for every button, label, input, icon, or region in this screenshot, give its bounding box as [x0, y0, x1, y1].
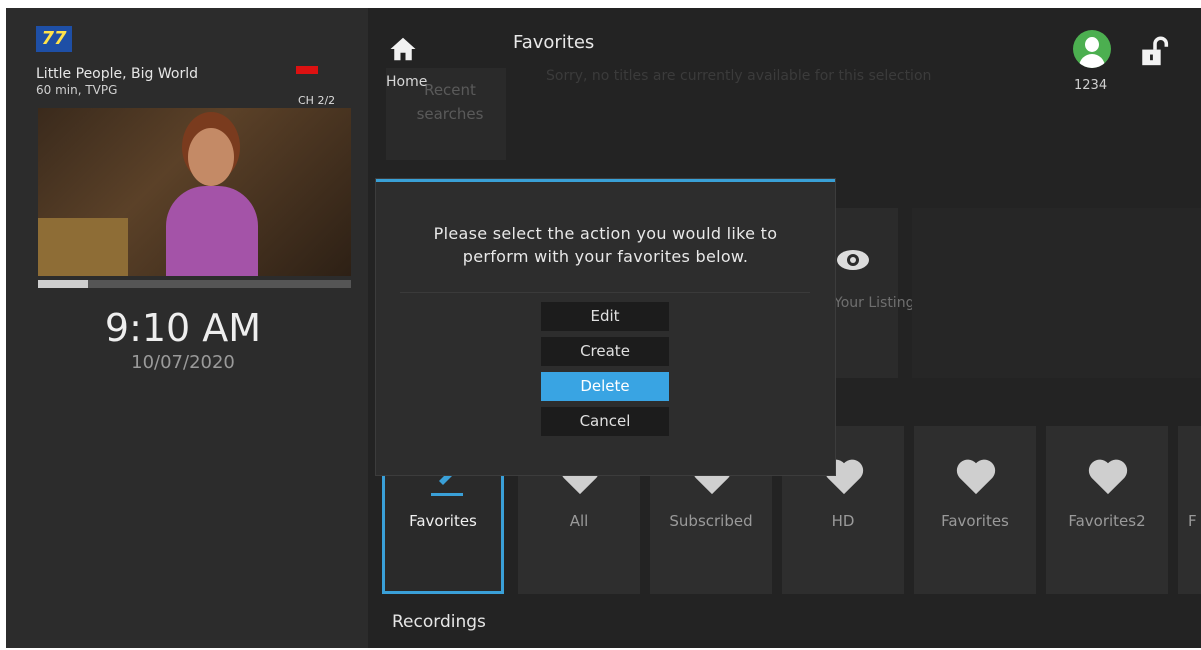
home-icon[interactable]: [388, 34, 418, 64]
now-playing-panel: 77 Little People, Big World 60 min, TVPG…: [6, 8, 368, 648]
tv-screen: 77 Little People, Big World 60 min, TVPG…: [6, 8, 1201, 648]
background-tile: [912, 208, 1201, 378]
favorites-tile-5[interactable]: Favorites2: [1046, 426, 1168, 594]
recordings-section-title: Recordings: [392, 612, 486, 632]
page-title: Favorites: [513, 32, 595, 53]
user-avatar-icon[interactable]: [1073, 30, 1111, 68]
recording-badge: [296, 66, 318, 74]
create-button[interactable]: Create: [541, 337, 669, 366]
dialog-divider: [400, 292, 810, 293]
dialog-message: Please select the action you would like …: [376, 222, 835, 268]
clock-time: 9:10 AM: [104, 306, 262, 350]
network-logo: 77: [36, 26, 72, 52]
empty-message: Sorry, no titles are currently available…: [546, 68, 932, 84]
heart-icon: [1088, 459, 1128, 495]
channel-indicator: CH 2/2: [298, 94, 336, 107]
favorites-tile-6[interactable]: F: [1178, 426, 1201, 594]
dialog-message-line1: Please select the action you would like …: [433, 224, 778, 243]
live-video-preview[interactable]: [38, 108, 351, 276]
favorites-tile-label: F: [1188, 512, 1197, 530]
favorites-tile-label: Subscribed: [669, 512, 753, 530]
home-label: Home: [386, 74, 428, 90]
video-scene-hay: [38, 218, 128, 276]
show-meta: 60 min, TVPG: [36, 83, 118, 97]
favorites-tile-4[interactable]: Favorites: [914, 426, 1036, 594]
edit-button[interactable]: Edit: [541, 302, 669, 331]
video-scene-person: [166, 186, 258, 276]
favorites-tile-label: Favorites: [409, 512, 477, 530]
favorites-tile-label: Favorites: [941, 512, 1009, 530]
heart-icon: [956, 459, 996, 495]
delete-button[interactable]: Delete: [541, 372, 669, 401]
playback-progress-bar: [38, 280, 351, 288]
unlock-icon[interactable]: [1138, 34, 1172, 68]
cancel-button[interactable]: Cancel: [541, 407, 669, 436]
clock-date: 10/07/2020: [131, 352, 235, 373]
user-code: 1234: [1074, 78, 1108, 93]
playback-progress-fill: [38, 280, 89, 288]
eye-icon: [837, 250, 869, 270]
show-title: Little People, Big World: [36, 66, 198, 82]
video-scene-head: [188, 128, 234, 186]
favorites-action-dialog: Please select the action you would like …: [376, 179, 835, 475]
favorites-tile-label: All: [569, 512, 589, 530]
listings-tile-label: Your Listings: [834, 295, 922, 311]
dialog-message-line2: perform with your favorites below.: [462, 247, 749, 266]
favorites-tile-label: HD: [831, 512, 855, 530]
favorites-tile-label: Favorites2: [1068, 512, 1146, 530]
